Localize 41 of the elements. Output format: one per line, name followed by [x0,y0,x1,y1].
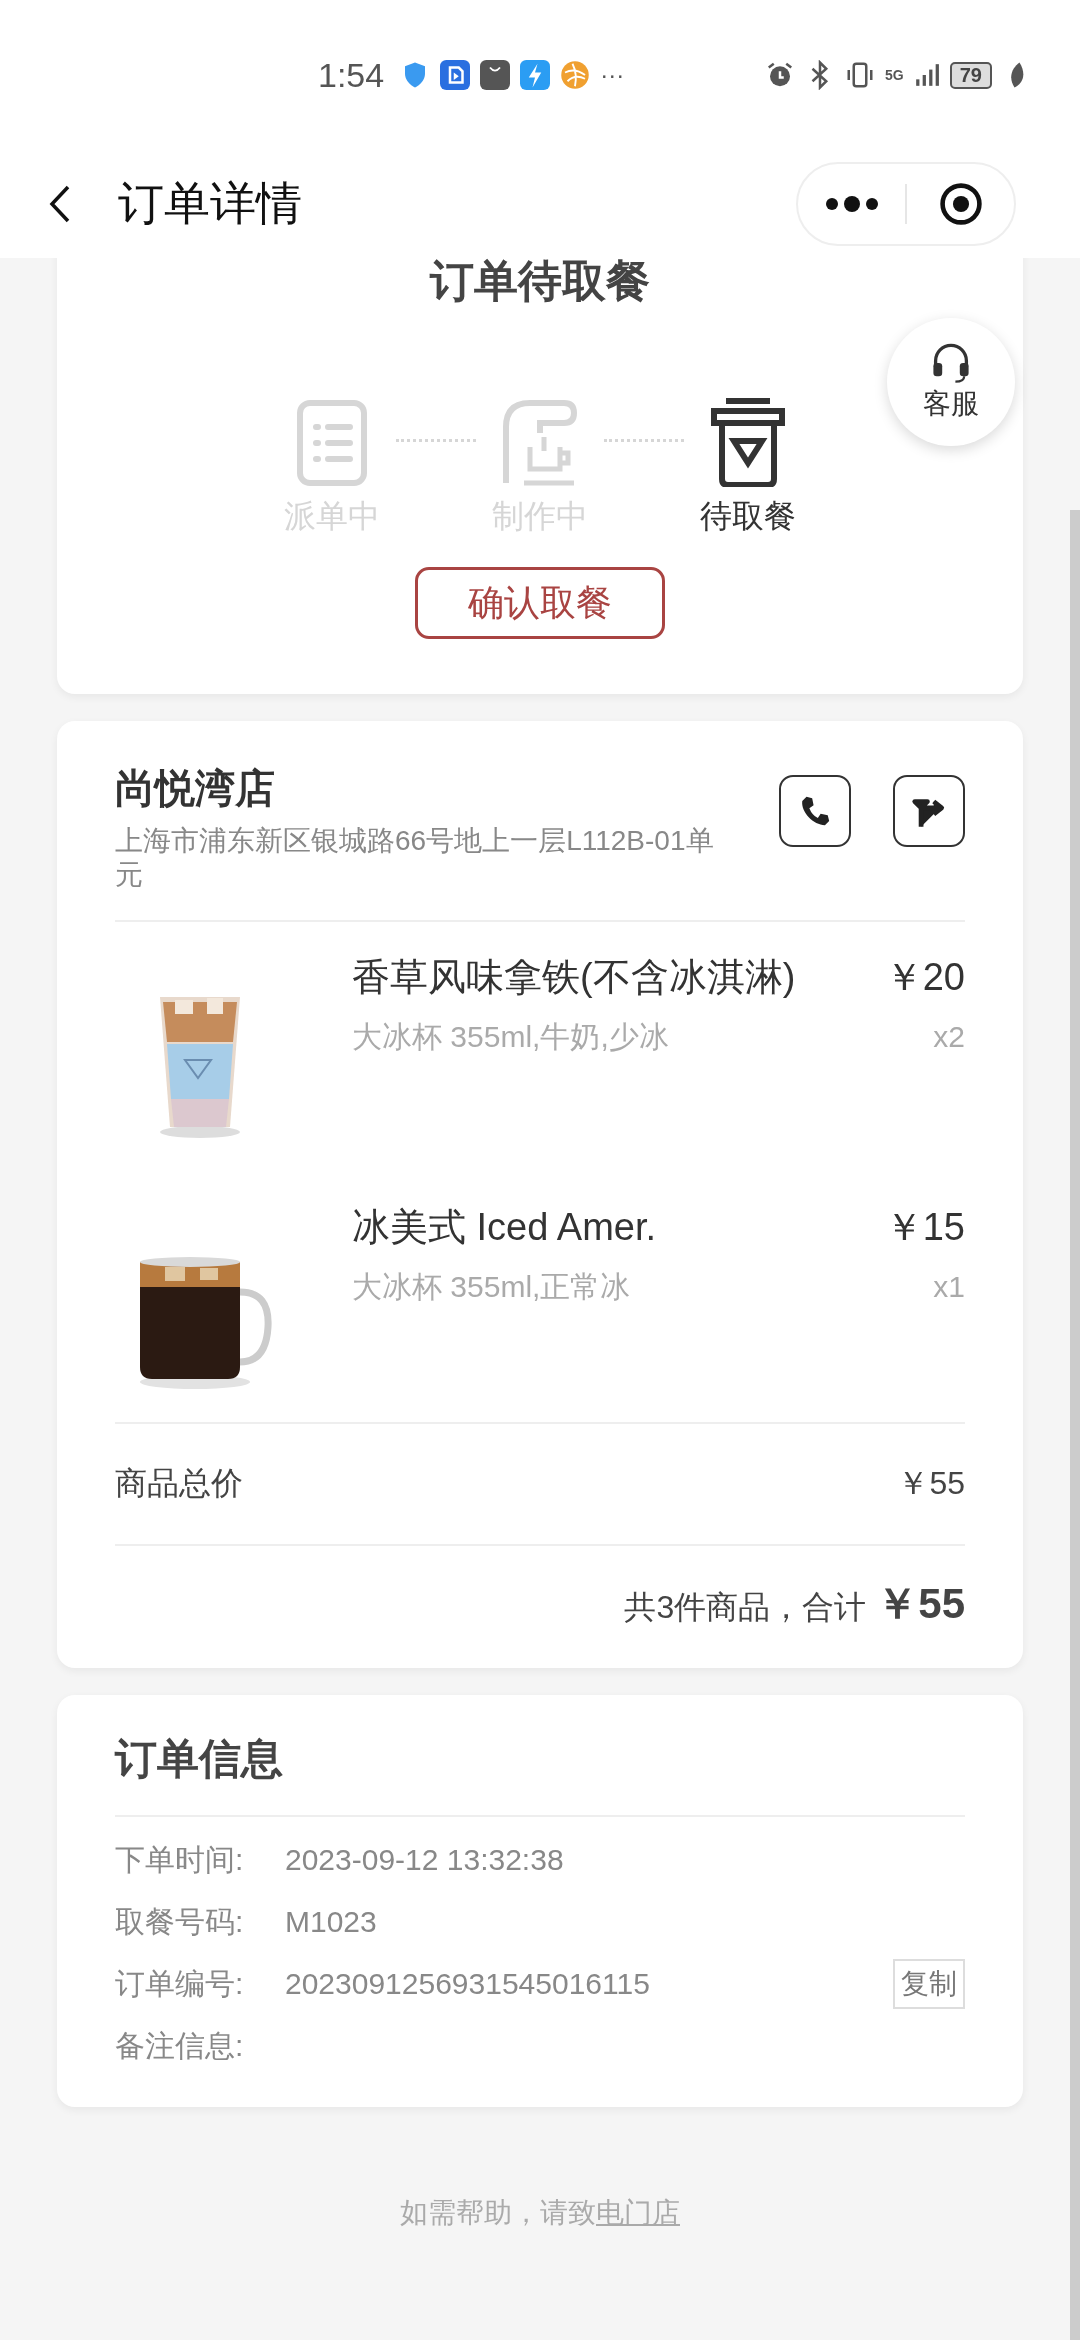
network-type: 5G [885,67,904,83]
bag-icon [480,60,511,90]
info-value: M1023 [285,1905,378,1939]
info-label: 备注信息: [115,2027,245,2064]
info-label: 订单编号: [115,1965,245,2002]
target-icon [937,181,984,227]
phone-button[interactable] [779,775,851,847]
product-name: 香草风味拿铁(不含冰淇淋) [352,955,796,1000]
info-label: 取餐号码: [115,1903,245,1940]
product-options: 大冰杯 355ml,牛奶,少冰 [352,1017,669,1058]
product-price: ￥15 [884,1205,965,1250]
product-quantity: x1 [933,1270,965,1304]
vibrate-icon [845,60,876,90]
signal-icon [913,61,940,89]
product-quantity: x2 [933,1020,965,1054]
info-value: 2023-09-12 13:32:38 [285,1843,565,1877]
app-icon [440,60,471,90]
step-label: 待取餐 [700,497,796,536]
battery-level: 79 [949,61,992,89]
order-summary: 共3件商品，合计 [624,1588,867,1627]
directions-button[interactable] [893,775,965,847]
product-price: ￥20 [884,955,965,1000]
subtotal-value: ￥55 [897,1464,965,1503]
more-notifications: ··· [600,61,625,89]
info-label: 下单时间: [115,1841,245,1878]
order-info-title: 订单信息 [115,1734,284,1784]
product-name: 冰美式 Iced Amer. [352,1205,657,1250]
store-address: 上海市浦东新区银城路66号地上一层L112B-01单元 [115,824,715,892]
lightning-icon [520,60,551,90]
status-time: 1:54 [318,55,385,95]
help-text: 如需帮助，请致 [400,2197,596,2228]
confirm-pickup-button[interactable]: 确认取餐 [415,567,665,639]
order-status-title: 订单待取餐 [430,255,650,307]
product-options: 大冰杯 355ml,正常冰 [352,1267,631,1308]
copy-button[interactable]: 复制 [893,1959,965,2009]
info-value: 2023091256931545016115 [285,1967,651,2001]
ball-icon [560,60,591,90]
page-title: 订单详情 [118,176,303,231]
store-name: 尚悦湾店 [115,765,276,812]
total-price: ￥55 [876,1579,965,1629]
subtotal-label: 商品总价 [115,1464,243,1503]
